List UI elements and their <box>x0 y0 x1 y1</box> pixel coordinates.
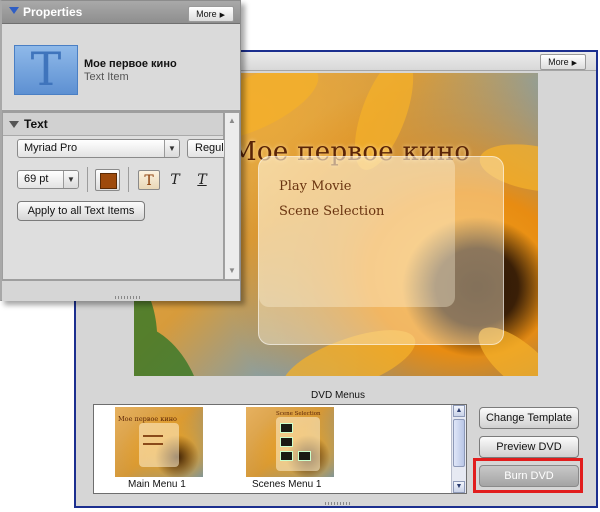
text-color-button[interactable] <box>95 169 120 191</box>
text-item-icon-letter: T <box>30 42 62 96</box>
apply-to-all-text-items-button[interactable]: Apply to all Text Items <box>17 201 145 221</box>
triangle-right-icon: ▶ <box>571 60 577 67</box>
selected-item-row: T Мое первое кино Text Item <box>2 24 240 109</box>
properties-title: Properties <box>23 5 83 19</box>
divider <box>128 167 129 192</box>
menu-button-panel: Play Movie Scene Selection <box>258 156 504 345</box>
preview-dvd-button[interactable]: Preview DVD <box>479 436 579 458</box>
arrow-down-icon[interactable]: ▼ <box>453 481 465 493</box>
text-style-normal-button[interactable]: T <box>138 170 160 190</box>
scene-cell <box>280 423 293 433</box>
text-style-italic-button[interactable]: T <box>164 170 186 190</box>
burn-dvd-highlight <box>473 458 583 493</box>
change-template-button[interactable]: Change Template <box>479 407 579 429</box>
menus-scrollbar-thumb[interactable] <box>453 419 465 467</box>
text-section-header[interactable]: Text <box>3 113 223 136</box>
font-size-value: 69 pt <box>24 173 49 185</box>
divider <box>87 167 88 192</box>
scene-selection-link[interactable]: Scene Selection <box>279 204 384 219</box>
main-menu-thumbnail[interactable]: Мое первое кино <box>115 407 203 477</box>
font-family-dropdown[interactable]: Myriad Pro ▼ <box>17 139 180 158</box>
resize-grip[interactable] <box>325 502 351 505</box>
dvd-menus-list: Мое первое кино Main Menu 1 Scene Select… <box>93 404 467 494</box>
main-more-button[interactable]: More ▶ <box>540 54 586 70</box>
properties-more-label: More <box>196 9 217 19</box>
resize-grip[interactable] <box>115 296 141 299</box>
text-section-label: Text <box>24 117 48 131</box>
item-type: Text Item <box>84 71 129 83</box>
font-style-dropdown[interactable]: Regular <box>187 139 229 158</box>
thumbnail-link-line <box>143 443 163 445</box>
scene-cell <box>280 451 293 461</box>
text-section: Text <box>2 112 224 280</box>
main-menu-caption[interactable]: Main Menu 1 <box>128 479 186 490</box>
properties-more-button[interactable]: More ▶ <box>188 6 234 22</box>
arrow-down-icon[interactable]: ▼ <box>226 264 238 278</box>
properties-header[interactable]: Properties More ▶ <box>2 1 240 24</box>
arrow-up-icon[interactable]: ▲ <box>226 114 238 128</box>
scenes-menu-caption[interactable]: Scenes Menu 1 <box>252 479 322 490</box>
chevron-down-icon[interactable]: ▼ <box>63 171 78 188</box>
menus-scrollbar[interactable]: ▲ ▼ <box>451 405 466 493</box>
text-item-icon: T <box>14 42 78 96</box>
scene-cell <box>280 437 293 447</box>
properties-panel: Properties More ▶ T Мое первое кино Text … <box>0 0 241 301</box>
color-swatch <box>100 173 117 189</box>
arrow-up-icon[interactable]: ▲ <box>453 405 465 417</box>
text-style-underline-button[interactable]: T <box>191 170 213 190</box>
chevron-down-icon[interactable]: ▼ <box>164 140 179 157</box>
scene-cell <box>298 451 311 461</box>
thumbnail-link-line <box>143 435 163 437</box>
thumbnail-menu-box <box>139 423 179 467</box>
properties-footer <box>2 280 240 301</box>
dvd-menus-label: DVD Menus <box>311 390 365 401</box>
triangle-down-icon[interactable] <box>9 121 19 128</box>
properties-scrollbar[interactable]: ▲ ▼ <box>224 112 240 280</box>
play-movie-link[interactable]: Play Movie <box>279 179 351 194</box>
thumbnail-title: Мое первое кино <box>118 415 177 423</box>
triangle-down-icon[interactable] <box>9 7 19 14</box>
font-family-value: Myriad Pro <box>24 142 78 154</box>
scenes-menu-thumbnail[interactable]: Scene Selection <box>246 407 334 477</box>
font-size-dropdown[interactable]: 69 pt ▼ <box>17 170 79 189</box>
main-more-label: More <box>548 57 569 67</box>
triangle-right-icon: ▶ <box>219 12 225 19</box>
item-name: Мое первое кино <box>84 58 177 70</box>
